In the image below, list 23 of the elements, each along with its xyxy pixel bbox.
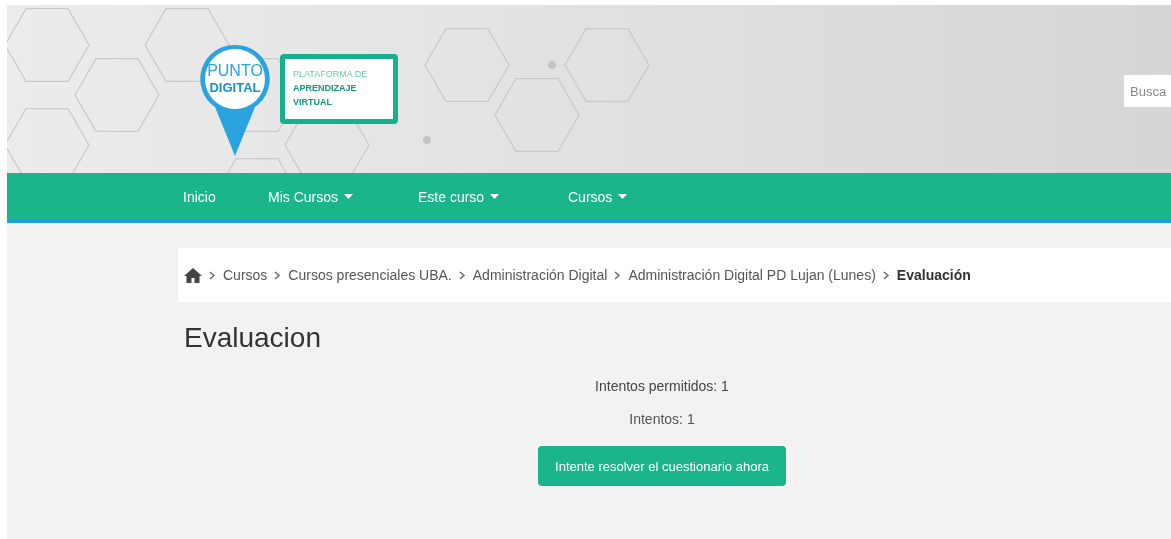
home-icon xyxy=(184,267,202,283)
breadcrumb-link[interactable]: Cursos xyxy=(223,267,268,283)
breadcrumb-link[interactable]: Administración Digital PD Lujan (Lunes) xyxy=(628,267,876,283)
chevron-icon xyxy=(614,270,622,280)
chevron-icon xyxy=(274,270,282,280)
logo-text: APRENDIZAJE xyxy=(293,82,358,95)
logo-text: DIGITAL xyxy=(209,79,261,96)
attempts-text: Intentos: 1 xyxy=(629,411,695,427)
page-title: Evaluacion xyxy=(184,322,322,354)
breadcrumb-link[interactable]: Administración Digital xyxy=(472,267,608,283)
breadcrumb-link[interactable]: Cursos presenciales UBA. xyxy=(288,267,452,283)
logo-text: PLATAFORMA DE xyxy=(293,68,369,81)
chevron-icon xyxy=(458,270,466,280)
attempts-text: Intentos permitidos: 1 xyxy=(595,378,729,394)
chevron-icon xyxy=(882,270,890,280)
search-field[interactable]: Busca xyxy=(1124,75,1171,107)
caret-icon xyxy=(490,194,500,199)
caret-icon xyxy=(344,194,353,199)
breadcrumb-link[interactable]: Evaluación xyxy=(896,267,971,283)
chevron-icon xyxy=(209,270,216,280)
logo-text: VIRTUAL xyxy=(293,96,333,109)
caret-icon xyxy=(618,194,628,199)
logo-text: PUNTO xyxy=(207,62,263,79)
